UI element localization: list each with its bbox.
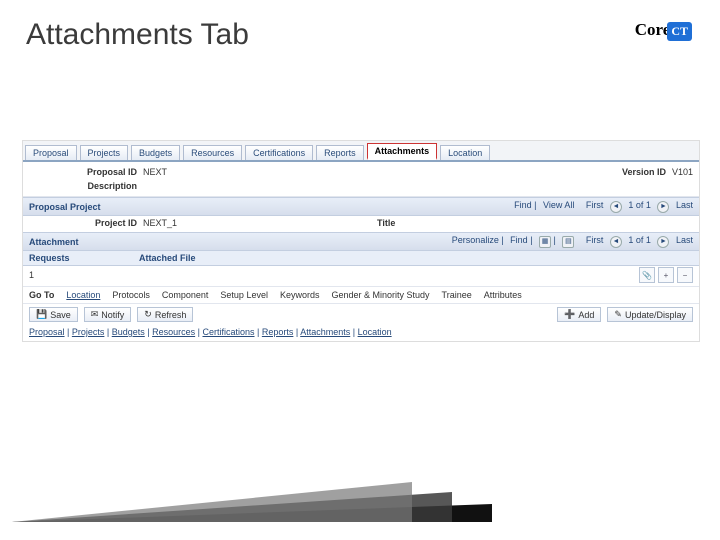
- project-id-label: Project ID: [29, 218, 137, 228]
- tabs-row: Proposal Projects Budgets Resources Cert…: [23, 141, 699, 162]
- goto-protocols[interactable]: Protocols: [112, 290, 150, 300]
- col-requests[interactable]: Requests: [29, 253, 139, 263]
- tab-location[interactable]: Location: [440, 145, 490, 160]
- chevron-left-icon[interactable]: ◄: [610, 201, 622, 213]
- refresh-icon: ↻: [144, 309, 152, 320]
- decorative-wedge: [12, 462, 492, 522]
- spreadsheet-icon[interactable]: ▦: [539, 236, 551, 248]
- att-personalize-link[interactable]: Personalize: [452, 235, 499, 245]
- goto-setup-level[interactable]: Setup Level: [220, 290, 268, 300]
- attachment-table-head: Requests Attached File: [23, 251, 699, 266]
- save-icon: 💾: [36, 309, 47, 320]
- tab-certifications[interactable]: Certifications: [245, 145, 313, 160]
- add-row-icon[interactable]: +: [658, 267, 674, 283]
- tab-proposal[interactable]: Proposal: [25, 145, 77, 160]
- add-icon: ➕: [564, 309, 575, 320]
- pp-count: 1 of 1: [628, 200, 651, 210]
- bl-certifications[interactable]: Certifications: [202, 327, 254, 337]
- logo-brand: Core: [635, 20, 671, 39]
- bl-projects[interactable]: Projects: [72, 327, 105, 337]
- chevron-right-icon[interactable]: ►: [657, 201, 669, 213]
- project-id-value: NEXT_1: [143, 218, 177, 228]
- proposal-project-header: Proposal Project Find | View All First ◄…: [23, 197, 699, 216]
- tab-resources[interactable]: Resources: [183, 145, 242, 160]
- bl-proposal[interactable]: Proposal: [29, 327, 65, 337]
- chevron-left-icon[interactable]: ◄: [610, 236, 622, 248]
- col-attached-file[interactable]: Attached File: [139, 253, 196, 263]
- goto-location[interactable]: Location: [66, 290, 100, 300]
- bl-budgets[interactable]: Budgets: [112, 327, 145, 337]
- logo-suffix: CT: [667, 22, 692, 41]
- proposal-project-title: Proposal Project: [29, 202, 101, 212]
- goto-component[interactable]: Component: [162, 290, 209, 300]
- tab-budgets[interactable]: Budgets: [131, 145, 180, 160]
- proposal-id-value: NEXT: [143, 167, 167, 177]
- notify-button[interactable]: ✉Notify: [84, 307, 132, 322]
- pp-viewall-link[interactable]: View All: [543, 200, 574, 210]
- version-id-label: Version ID: [610, 167, 666, 177]
- goto-row: Go To Location Protocols Component Setup…: [23, 286, 699, 304]
- chevron-right-icon[interactable]: ►: [657, 236, 669, 248]
- notify-icon: ✉: [91, 309, 99, 320]
- refresh-button[interactable]: ↻Refresh: [137, 307, 193, 322]
- pp-first-label: First: [586, 200, 604, 210]
- logo: CoreCT: [635, 20, 692, 41]
- proposal-id-label: Proposal ID: [81, 167, 137, 177]
- version-id-value: V101: [672, 167, 693, 177]
- export-icon[interactable]: ▤: [562, 236, 574, 248]
- button-row: 💾Save ✉Notify ↻Refresh ➕Add ✎Update/Disp…: [23, 304, 699, 325]
- tab-projects[interactable]: Projects: [80, 145, 129, 160]
- att-last-label: Last: [676, 235, 693, 245]
- attachment-header: Attachment Personalize | Find | ▦ | ▤ Fi…: [23, 232, 699, 251]
- update-icon: ✎: [614, 309, 622, 320]
- pp-find-link[interactable]: Find: [514, 200, 532, 210]
- project-id-row: Project ID NEXT_1 Title: [23, 216, 699, 232]
- save-button[interactable]: 💾Save: [29, 307, 78, 322]
- update-display-button[interactable]: ✎Update/Display: [607, 307, 693, 322]
- bl-resources[interactable]: Resources: [152, 327, 195, 337]
- att-find-link[interactable]: Find: [510, 235, 528, 245]
- table-row: 1 📎 + −: [23, 266, 699, 286]
- att-count: 1 of 1: [628, 235, 651, 245]
- bottom-links: Proposal | Projects | Budgets | Resource…: [23, 325, 699, 341]
- bl-attachments[interactable]: Attachments: [300, 327, 350, 337]
- attach-icon[interactable]: 📎: [639, 267, 655, 283]
- description-label: Description: [81, 181, 137, 191]
- delete-row-icon[interactable]: −: [677, 267, 693, 283]
- bl-location[interactable]: Location: [358, 327, 392, 337]
- goto-gender-minority[interactable]: Gender & Minority Study: [331, 290, 429, 300]
- page-title: Attachments Tab: [26, 18, 249, 52]
- goto-trainee[interactable]: Trainee: [442, 290, 472, 300]
- row-number: 1: [29, 270, 139, 280]
- tab-reports[interactable]: Reports: [316, 145, 364, 160]
- pp-last-label: Last: [676, 200, 693, 210]
- attachment-title: Attachment: [29, 237, 79, 247]
- project-title-label: Title: [377, 218, 395, 228]
- att-first-label: First: [586, 235, 604, 245]
- app-window: Proposal Projects Budgets Resources Cert…: [22, 140, 700, 342]
- goto-label: Go To: [29, 290, 54, 300]
- goto-keywords[interactable]: Keywords: [280, 290, 320, 300]
- header-fields: Proposal ID NEXT Version ID V101 Descrip…: [23, 162, 699, 197]
- tab-attachments[interactable]: Attachments: [367, 143, 438, 160]
- bl-reports[interactable]: Reports: [262, 327, 294, 337]
- add-button[interactable]: ➕Add: [557, 307, 601, 322]
- goto-attributes[interactable]: Attributes: [484, 290, 522, 300]
